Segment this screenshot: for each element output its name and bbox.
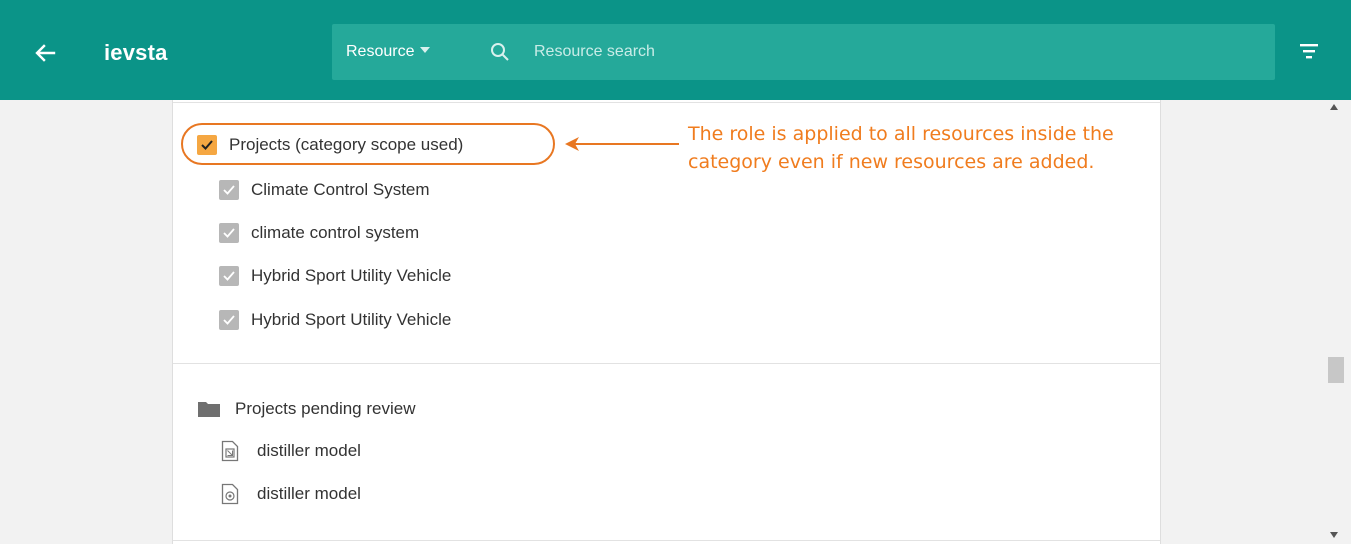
- scrollbar-thumb[interactable]: [1328, 357, 1344, 383]
- list-item[interactable]: distiller model: [221, 480, 361, 508]
- item-checkbox[interactable]: [219, 223, 239, 243]
- search-scope-dropdown[interactable]: Resource: [346, 24, 431, 80]
- vertical-scrollbar[interactable]: [1321, 100, 1351, 544]
- divider: [173, 363, 1160, 364]
- divider: [173, 102, 1160, 103]
- list-item[interactable]: Climate Control System: [219, 176, 430, 204]
- gear-file-icon: [221, 483, 239, 505]
- list-item[interactable]: Hybrid Sport Utility Vehicle: [219, 262, 451, 290]
- item-checkbox[interactable]: [219, 180, 239, 200]
- item-label: Climate Control System: [251, 180, 430, 199]
- arrow-left-icon[interactable]: [32, 40, 58, 66]
- item-checkbox[interactable]: [219, 266, 239, 286]
- scroll-up-arrow-icon[interactable]: [1330, 104, 1338, 110]
- folder-label: Projects pending review: [235, 399, 416, 418]
- folder-icon: [198, 402, 220, 417]
- search-input[interactable]: [534, 37, 1254, 67]
- resource-list-panel: Projects (category scope used) The role …: [172, 100, 1161, 544]
- item-label: Hybrid Sport Utility Vehicle: [251, 310, 452, 329]
- search-bar: Resource: [332, 24, 1275, 80]
- scroll-down-arrow-icon[interactable]: [1330, 532, 1338, 538]
- category-checkbox[interactable]: [197, 135, 217, 155]
- annotation-arrow: [565, 137, 679, 151]
- list-item[interactable]: Hybrid Sport Utility Vehicle: [219, 306, 451, 334]
- annotation-callout: The role is applied to all resources ins…: [688, 120, 1168, 176]
- filter-icon[interactable]: [1298, 40, 1320, 62]
- item-label: climate control system: [251, 223, 420, 242]
- list-item[interactable]: climate control system: [219, 219, 419, 247]
- file-label: distiller model: [257, 441, 361, 460]
- category-label: Projects (category scope used): [229, 135, 464, 154]
- chevron-down-icon: [420, 46, 431, 53]
- model-file-icon: [221, 440, 239, 462]
- folder-row[interactable]: Projects pending review: [197, 395, 415, 423]
- annotation-line-1: The role is applied to all resources ins…: [688, 123, 1114, 145]
- app-header: ievsta Resource: [0, 0, 1351, 100]
- annotation-line-2: category even if new resources are added…: [688, 151, 1095, 173]
- category-row[interactable]: Projects (category scope used): [197, 131, 463, 159]
- divider: [173, 540, 1160, 541]
- search-icon: [491, 43, 509, 61]
- app-title: ievsta: [104, 40, 168, 65]
- list-item[interactable]: distiller model: [221, 437, 361, 465]
- item-label: Hybrid Sport Utility Vehicle: [251, 266, 452, 285]
- item-checkbox[interactable]: [219, 310, 239, 330]
- search-scope-label: Resource: [346, 43, 415, 60]
- file-label: distiller model: [257, 484, 361, 503]
